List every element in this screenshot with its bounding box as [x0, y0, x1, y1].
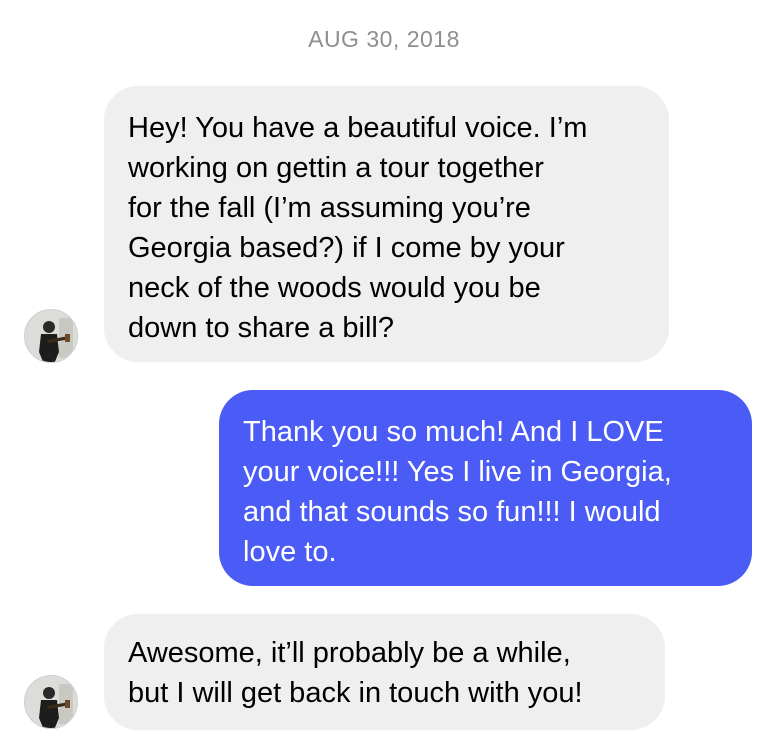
sender-avatar[interactable]: [24, 309, 78, 363]
sender-avatar[interactable]: [24, 675, 78, 729]
incoming-message-bubble[interactable]: Awesome, it’ll probably be a while, but …: [104, 614, 665, 730]
incoming-message-bubble[interactable]: Hey! You have a beautiful voice. I’m wor…: [104, 86, 669, 362]
outgoing-message-bubble[interactable]: Thank you so much! And I LOVE your voice…: [219, 390, 752, 586]
conversation-date: AUG 30, 2018: [308, 26, 460, 52]
avatar-image-icon: [25, 676, 77, 728]
avatar-image-icon: [25, 310, 77, 362]
